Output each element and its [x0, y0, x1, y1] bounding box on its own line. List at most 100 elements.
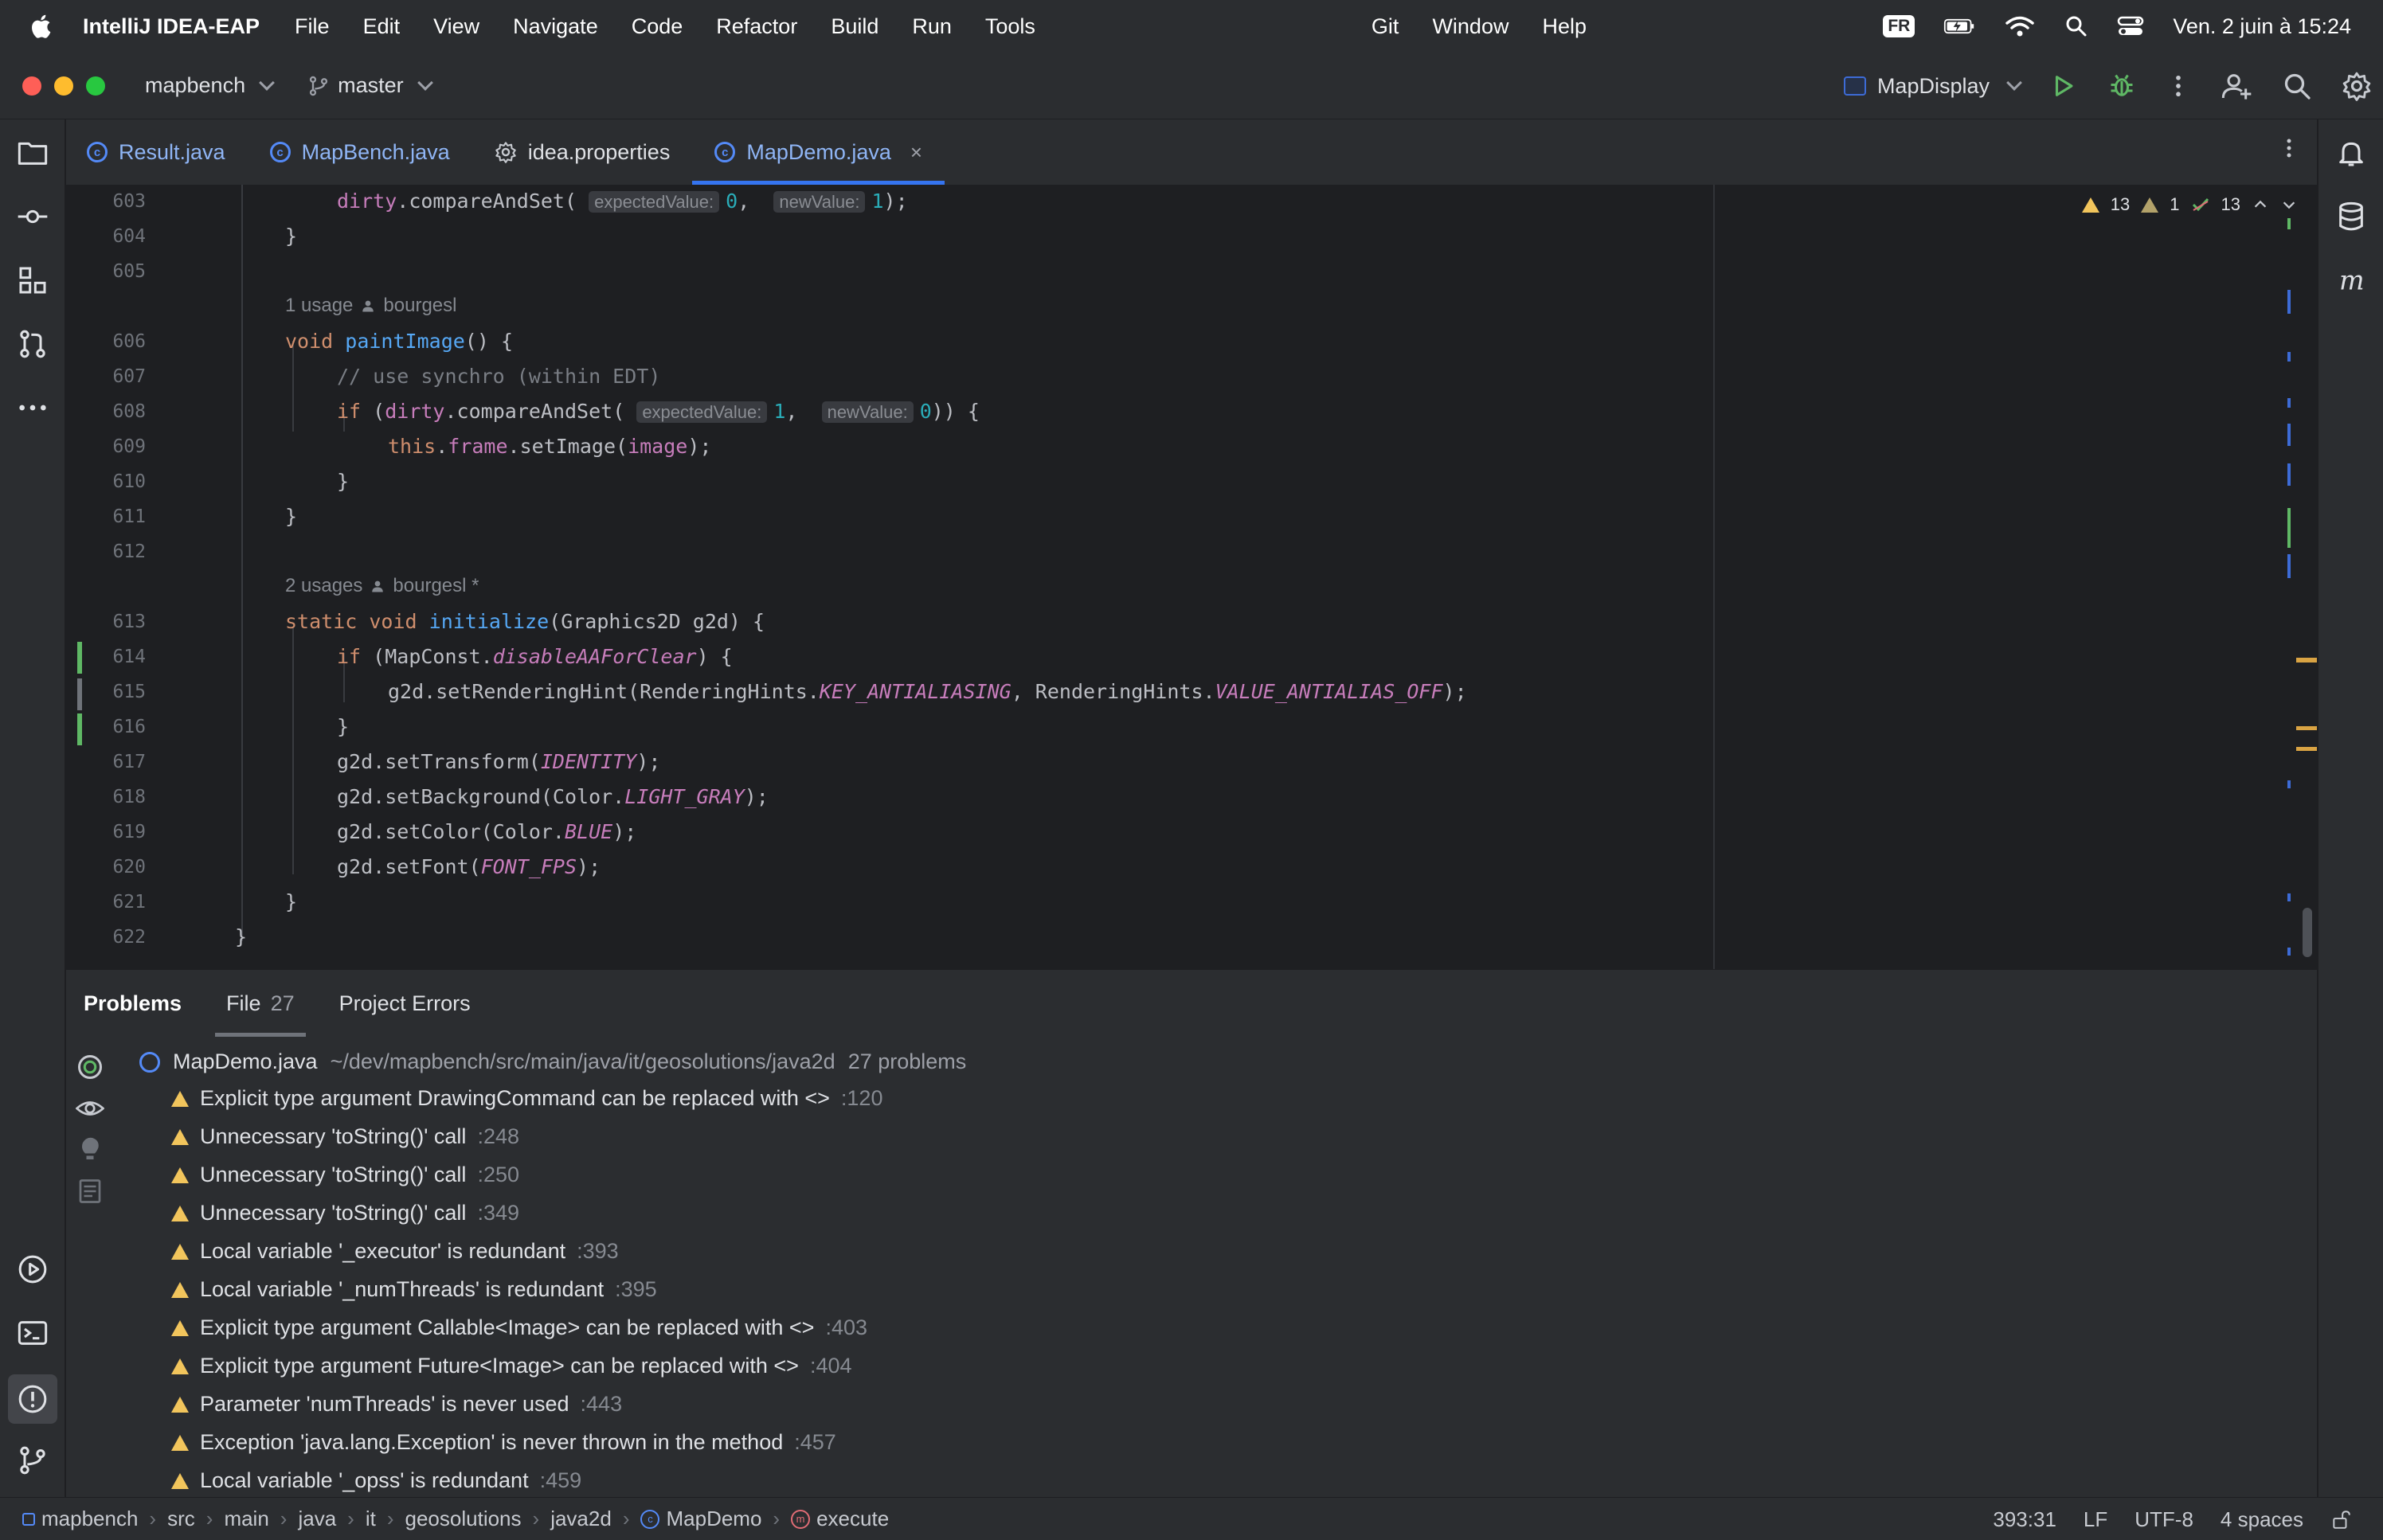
notifications-bell-icon[interactable]: [2335, 137, 2367, 169]
structure-icon[interactable]: [17, 264, 49, 296]
menu-view[interactable]: View: [433, 14, 479, 39]
problem-item[interactable]: Local variable '_opss' is redundant:459: [171, 1468, 581, 1493]
scrollbar-thumb[interactable]: [2303, 908, 2312, 957]
problem-item[interactable]: Unnecessary 'toString()' call:349: [171, 1201, 519, 1225]
code-vision-hint[interactable]: 1 usage bourgesl: [285, 295, 456, 317]
code-line[interactable]: }: [235, 925, 247, 948]
menu-run[interactable]: Run: [912, 14, 952, 39]
breadcrumb-item[interactable]: it: [366, 1507, 376, 1531]
wifi-icon[interactable]: [2004, 14, 2036, 38]
pull-requests-icon[interactable]: [17, 328, 49, 360]
eye-show-options-icon[interactable]: [76, 1094, 104, 1123]
spotlight-search-icon[interactable]: [2064, 14, 2088, 38]
maven-icon[interactable]: m: [2335, 264, 2367, 296]
warning-stripe[interactable]: [2296, 726, 2317, 730]
tab-mapbench-java[interactable]: c MapBench.java: [248, 119, 472, 185]
menu-navigate[interactable]: Navigate: [513, 14, 598, 39]
code-line[interactable]: g2d.setFont(FONT_FPS);: [337, 855, 601, 878]
code-with-me-icon[interactable]: [2221, 70, 2252, 102]
code-vision-hint[interactable]: 2 usages bourgesl *: [285, 575, 479, 597]
problem-item[interactable]: Unnecessary 'toString()' call:250: [171, 1163, 519, 1187]
code-line[interactable]: g2d.setRenderingHint(RenderingHints.KEY_…: [388, 680, 1467, 703]
breadcrumb-item[interactable]: mapbench: [41, 1507, 138, 1531]
code-line[interactable]: }: [337, 470, 349, 493]
commit-icon[interactable]: [17, 201, 49, 233]
problems-icon[interactable]: [17, 1383, 49, 1415]
minimize-window-button[interactable]: [54, 76, 73, 96]
menu-tools[interactable]: Tools: [985, 14, 1035, 39]
tabs-more-icon[interactable]: [2285, 135, 2293, 161]
code-line[interactable]: // use synchro (within EDT): [337, 365, 660, 388]
problem-item[interactable]: Explicit type argument Future<Image> can…: [171, 1354, 852, 1378]
code-line[interactable]: g2d.setTransform(IDENTITY);: [337, 750, 660, 773]
close-window-button[interactable]: [22, 76, 41, 96]
menu-edit[interactable]: Edit: [363, 14, 401, 39]
menu-help[interactable]: Help: [1542, 14, 1587, 39]
control-center-icon[interactable]: [2117, 14, 2144, 38]
breadcrumb-item[interactable]: execute: [816, 1507, 889, 1531]
search-everywhere-icon[interactable]: [2283, 72, 2311, 100]
lock-icon[interactable]: [2330, 1509, 2351, 1530]
services-run-icon[interactable]: [17, 1253, 49, 1285]
settings-gear-icon[interactable]: [2342, 71, 2372, 101]
breadcrumb-item[interactable]: main: [224, 1507, 268, 1531]
problem-item[interactable]: Explicit type argument Callable<Image> c…: [171, 1315, 867, 1340]
problem-item[interactable]: Exception 'java.lang.Exception' is never…: [171, 1430, 836, 1455]
menu-code[interactable]: Code: [632, 14, 683, 39]
tab-project-errors[interactable]: Project Errors: [317, 970, 493, 1037]
warning-stripe[interactable]: [2296, 658, 2317, 663]
project-selector[interactable]: mapbench: [145, 73, 275, 98]
git-icon[interactable]: [17, 1444, 49, 1476]
warning-stripe[interactable]: [2296, 747, 2317, 751]
menu-window[interactable]: Window: [1432, 14, 1508, 39]
menu-build[interactable]: Build: [831, 14, 878, 39]
breadcrumb-item[interactable]: src: [167, 1507, 195, 1531]
problem-item[interactable]: Unnecessary 'toString()' call:248: [171, 1124, 519, 1149]
code-line[interactable]: }: [337, 715, 349, 738]
code-line[interactable]: if (MapConst.disableAAForClear) {: [337, 645, 733, 668]
project-folder-icon[interactable]: [17, 137, 49, 169]
quick-fix-bulb-icon[interactable]: [76, 1135, 104, 1164]
code-line[interactable]: g2d.setColor(Color.BLUE);: [337, 820, 636, 843]
apple-icon[interactable]: [29, 13, 56, 40]
caret-position[interactable]: 393:31: [1993, 1507, 2056, 1532]
code-editor[interactable]: 603 604 605 606 607 608 609 610 611 612 …: [66, 185, 2317, 969]
debug-icon[interactable]: [2107, 72, 2136, 100]
input-source-badge[interactable]: FR: [1883, 15, 1915, 37]
breadcrumb-item[interactable]: java2d: [550, 1507, 612, 1531]
breadcrumb-item[interactable]: geosolutions: [405, 1507, 522, 1531]
menu-git[interactable]: Git: [1371, 14, 1399, 39]
terminal-icon[interactable]: [17, 1317, 49, 1349]
inspection-widget[interactable]: 13 1 13: [2081, 194, 2298, 215]
battery-icon[interactable]: [1943, 14, 1975, 38]
problem-item[interactable]: Local variable '_numThreads' is redundan…: [171, 1277, 657, 1302]
problem-item[interactable]: Parameter 'numThreads' is never used:443: [171, 1392, 622, 1417]
usages-hint[interactable]: 2 usages: [285, 575, 362, 597]
problem-item[interactable]: Local variable '_executor' is redundant:…: [171, 1239, 619, 1264]
menu-file[interactable]: File: [295, 14, 330, 39]
author-hint[interactable]: bourgesl: [383, 295, 456, 317]
more-actions-icon[interactable]: [2166, 72, 2190, 100]
code-line[interactable]: dirty.compareAndSet( expectedValue: 0, ne…: [337, 190, 908, 213]
run-config-selector[interactable]: MapDisplay: [1843, 74, 2022, 99]
tab-idea-properties[interactable]: idea.properties: [472, 119, 693, 185]
menu-refactor[interactable]: Refactor: [716, 14, 797, 39]
author-hint[interactable]: bourgesl *: [393, 575, 479, 597]
preview-source-icon[interactable]: [76, 1177, 104, 1206]
code-line[interactable]: }: [285, 225, 297, 248]
problem-item[interactable]: Explicit type argument DrawingCommand ca…: [171, 1086, 882, 1111]
branch-selector[interactable]: master: [307, 73, 433, 98]
usages-hint[interactable]: 1 usage: [285, 295, 353, 317]
more-tool-windows-icon[interactable]: [17, 392, 49, 424]
code-line[interactable]: g2d.setBackground(Color.LIGHT_GRAY);: [337, 785, 769, 808]
tab-result-java[interactable]: c Result.java: [66, 119, 248, 185]
tab-file-problems[interactable]: File 27: [204, 970, 317, 1037]
zoom-window-button[interactable]: [86, 76, 105, 96]
breadcrumb-item[interactable]: MapDemo: [666, 1507, 761, 1531]
problems-file-row[interactable]: MapDemo.java ~/dev/mapbench/src/main/jav…: [139, 1049, 966, 1074]
auto-refresh-icon[interactable]: [76, 1053, 104, 1081]
indent-setting[interactable]: 4 spaces: [2221, 1507, 2303, 1532]
file-encoding[interactable]: UTF-8: [2135, 1507, 2193, 1532]
previous-problem-icon[interactable]: [2252, 196, 2269, 213]
database-icon[interactable]: [2335, 201, 2367, 233]
